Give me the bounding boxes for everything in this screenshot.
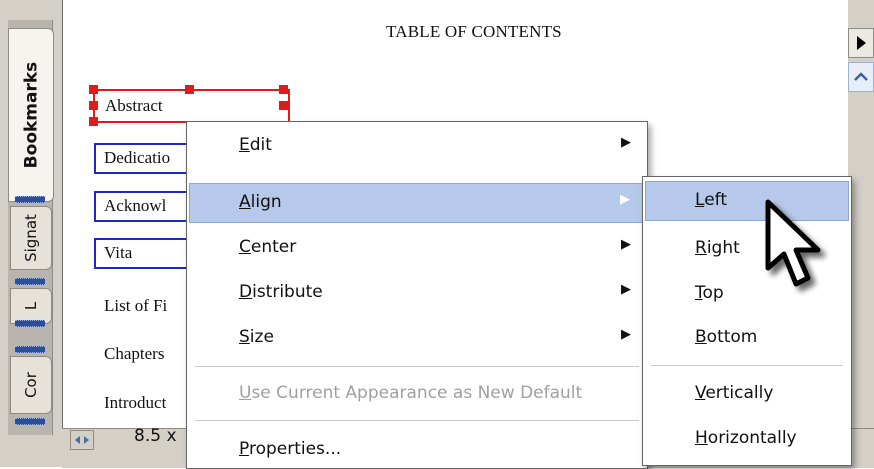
menu-item-label: ertically (705, 383, 774, 403)
menu-mnemonic: L (695, 190, 705, 210)
resize-handle[interactable] (279, 85, 288, 94)
tab-bookmarks-label: Bookmarks (21, 61, 41, 169)
menu-mnemonic: P (239, 439, 249, 459)
menu-item-label: ottom (706, 327, 758, 347)
menu-item-align[interactable]: Align ▶ (189, 183, 645, 223)
context-menu: Edit ▶ Align ▶ Center ▶ Distribute ▶ Siz… (186, 121, 648, 469)
menu-item-use-current-appearance: Use Current Appearance as New Default (189, 374, 645, 412)
menu-mnemonic: R (695, 238, 707, 258)
menu-mnemonic: A (239, 192, 251, 212)
tab-grip-handle[interactable] (15, 346, 45, 353)
menu-separator (195, 420, 639, 421)
tab-grip-handle[interactable] (15, 196, 45, 203)
menu-mnemonic: D (239, 282, 253, 302)
menu-mnemonic: V (695, 383, 706, 403)
triangle-right-icon: ▶ (620, 192, 630, 207)
triangle-right-icon: ▶ (621, 237, 631, 252)
resize-handle[interactable] (89, 101, 98, 110)
page-size-label: 8.5 x (134, 426, 177, 446)
page-title: TABLE OF CONTENTS (386, 22, 562, 41)
link-field-vita[interactable]: Vita (94, 238, 198, 269)
tab-grip-handle[interactable] (15, 278, 45, 285)
triangle-right-icon: ▶ (621, 282, 631, 297)
menu-separator (195, 366, 639, 367)
field-dedication-text: Dedicatio (104, 148, 171, 167)
toc-entry: List of Fi (104, 296, 168, 315)
tab-bookmarks[interactable]: Bookmarks (8, 28, 54, 202)
menu-item-label: lign (250, 192, 282, 212)
field-vita-text: Vita (104, 243, 133, 262)
menu-item-size[interactable]: Size ▶ (189, 318, 645, 356)
toc-entry: Introduct (104, 393, 167, 412)
tab-signatures[interactable]: Signat (10, 206, 52, 270)
triangle-right-icon: ▶ (621, 327, 631, 342)
menu-mnemonic: U (239, 383, 252, 403)
menu-item-distribute[interactable]: Distribute ▶ (189, 273, 645, 311)
menu-item-label: roperties... (248, 439, 342, 459)
menu-mnemonic: E (239, 135, 250, 155)
triangle-right-icon (857, 36, 866, 50)
tab-grip-handle[interactable] (15, 418, 45, 425)
tab-comments-label: Cor (21, 372, 40, 398)
scroll-up-button[interactable] (848, 62, 874, 92)
resize-handle[interactable] (185, 85, 194, 94)
mouse-pointer-icon (765, 199, 821, 287)
menu-item-properties[interactable]: Properties... (189, 430, 645, 468)
menu-mnemonic: H (695, 428, 708, 448)
menu-item-label: eft (704, 190, 727, 210)
horizontal-resize-button[interactable] (70, 430, 94, 450)
selection-box[interactable] (93, 89, 290, 123)
next-page-button[interactable] (848, 28, 874, 58)
link-field-acknowledgments[interactable]: Acknowl (94, 191, 198, 222)
tab-comments[interactable]: Cor (10, 356, 52, 414)
menu-item-label: ight (706, 238, 740, 258)
menu-item-label: enter (250, 237, 297, 257)
menu-mnemonic: T (695, 283, 703, 303)
menu-item-edit[interactable]: Edit ▶ (189, 126, 645, 164)
menu-separator (651, 365, 843, 366)
menu-item-label: orizontally (707, 428, 797, 448)
resize-handle[interactable] (89, 85, 98, 94)
menu-mnemonic: B (695, 327, 707, 347)
field-acknowledgments-text: Acknowl (104, 196, 167, 215)
submenu-item-bottom[interactable]: Bottom (645, 318, 849, 356)
horizontal-arrows-icon (75, 436, 89, 444)
tab-grip-handle[interactable] (15, 320, 45, 327)
menu-item-label: se Current Appearance as New Default (251, 383, 583, 403)
menu-item-center[interactable]: Center ▶ (189, 228, 645, 266)
triangle-right-icon: ▶ (621, 135, 631, 150)
menu-item-label: dit (249, 135, 272, 155)
toc-entry: Chapters (104, 344, 165, 363)
resize-handle[interactable] (89, 117, 98, 126)
submenu-item-vertically[interactable]: Vertically (645, 374, 849, 412)
menu-item-label: istribute (252, 282, 323, 302)
link-field-dedication[interactable]: Dedicatio (94, 143, 198, 174)
tab-signatures-label: Signat (22, 214, 41, 262)
menu-item-label: ize (249, 327, 274, 347)
submenu-item-horizontally[interactable]: Horizontally (645, 419, 849, 457)
menu-mnemonic: C (239, 237, 251, 257)
tab-layers-label: L (21, 301, 40, 311)
chevron-up-icon (854, 72, 868, 81)
tab-layers[interactable]: L (10, 288, 52, 324)
menu-item-label: op (702, 283, 724, 303)
menu-mnemonic: S (239, 327, 250, 347)
resize-handle[interactable] (279, 101, 288, 110)
